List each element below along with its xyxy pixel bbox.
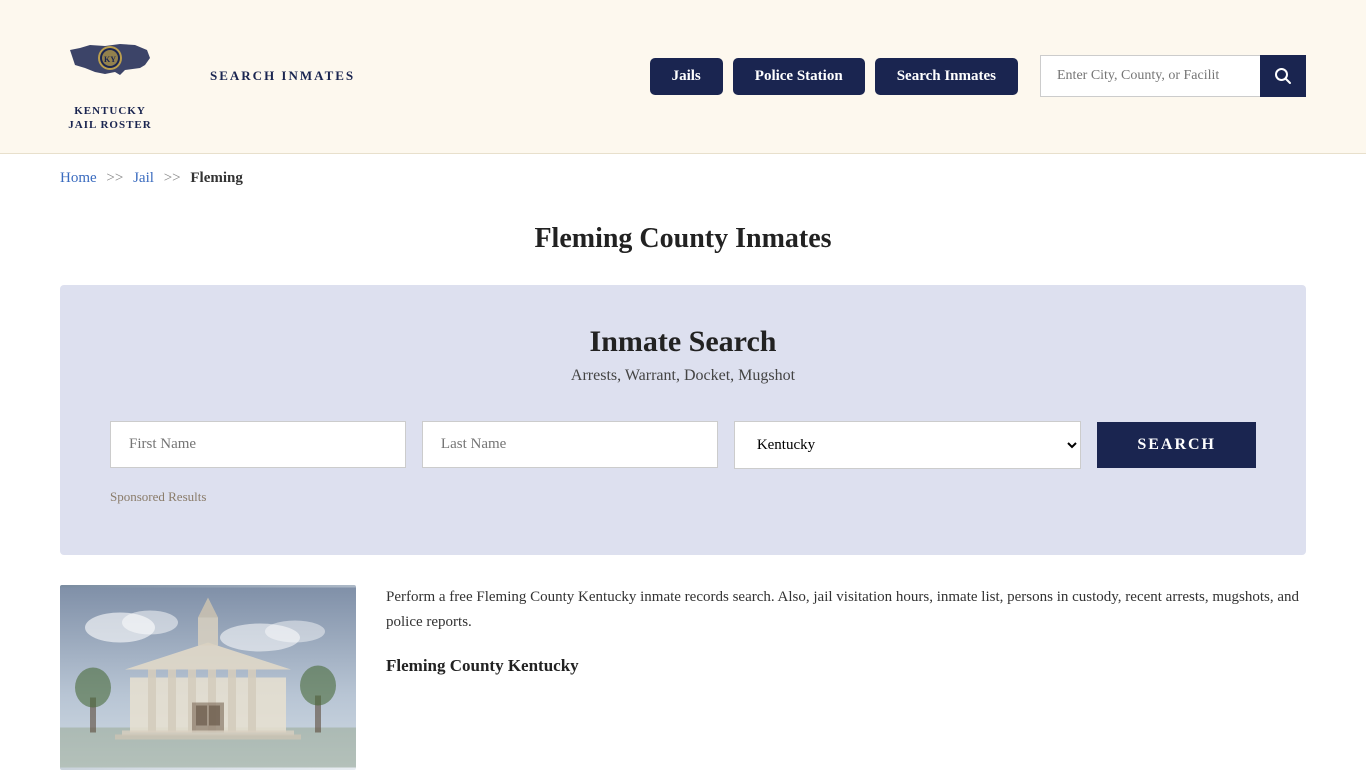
state-select[interactable]: AlabamaAlaskaArizonaArkansasCaliforniaCo…: [734, 421, 1082, 469]
first-name-input[interactable]: [110, 421, 406, 468]
last-name-input[interactable]: [422, 421, 718, 468]
search-form-row: AlabamaAlaskaArizonaArkansasCaliforniaCo…: [110, 421, 1256, 469]
page-title-section: Fleming County Inmates: [0, 203, 1366, 285]
svg-text:KY: KY: [104, 55, 116, 64]
content-subheading: Fleming County Kentucky: [386, 652, 1306, 681]
search-panel: Inmate Search Arrests, Warrant, Docket, …: [60, 285, 1306, 555]
header-search-button[interactable]: [1260, 55, 1306, 97]
logo-text: KENTUCKY JAIL ROSTER: [68, 104, 151, 133]
content-text: Perform a free Fleming County Kentucky i…: [386, 585, 1306, 770]
search-inmates-nav-button[interactable]: Search Inmates: [875, 58, 1018, 95]
logo-area: KY KENTUCKY JAIL ROSTER: [60, 20, 160, 133]
courthouse-image: [60, 585, 356, 770]
breadcrumb-current: Fleming: [190, 170, 243, 186]
breadcrumb-sep2: >>: [164, 170, 181, 186]
jails-nav-button[interactable]: Jails: [650, 58, 723, 95]
breadcrumb-sep1: >>: [106, 170, 123, 186]
search-panel-title: Inmate Search: [110, 325, 1256, 359]
content-description: Perform a free Fleming County Kentucky i…: [386, 585, 1306, 636]
breadcrumb-jail-link[interactable]: Jail: [133, 170, 154, 186]
breadcrumb-home-link[interactable]: Home: [60, 170, 97, 186]
police-station-nav-button[interactable]: Police Station: [733, 58, 865, 95]
search-icon: [1274, 67, 1292, 85]
breadcrumb: Home >> Jail >> Fleming: [60, 170, 1306, 187]
site-header: KY KENTUCKY JAIL ROSTER SEARCH INMATES J…: [0, 0, 1366, 154]
nav-buttons: Jails Police Station Search Inmates: [650, 55, 1306, 97]
site-title: SEARCH INMATES: [210, 68, 355, 84]
header-search-input[interactable]: [1040, 55, 1260, 97]
search-submit-button[interactable]: SEARCH: [1097, 422, 1256, 468]
search-panel-subtitle: Arrests, Warrant, Docket, Mugshot: [110, 367, 1256, 385]
header-search-wrapper: [1040, 55, 1306, 97]
breadcrumb-bar: Home >> Jail >> Fleming: [0, 154, 1366, 203]
content-section: Perform a free Fleming County Kentucky i…: [60, 585, 1306, 770]
logo-image: KY: [60, 20, 160, 100]
page-title: Fleming County Inmates: [60, 223, 1306, 255]
sponsored-label: Sponsored Results: [110, 489, 1256, 505]
courthouse-svg: [60, 585, 356, 770]
